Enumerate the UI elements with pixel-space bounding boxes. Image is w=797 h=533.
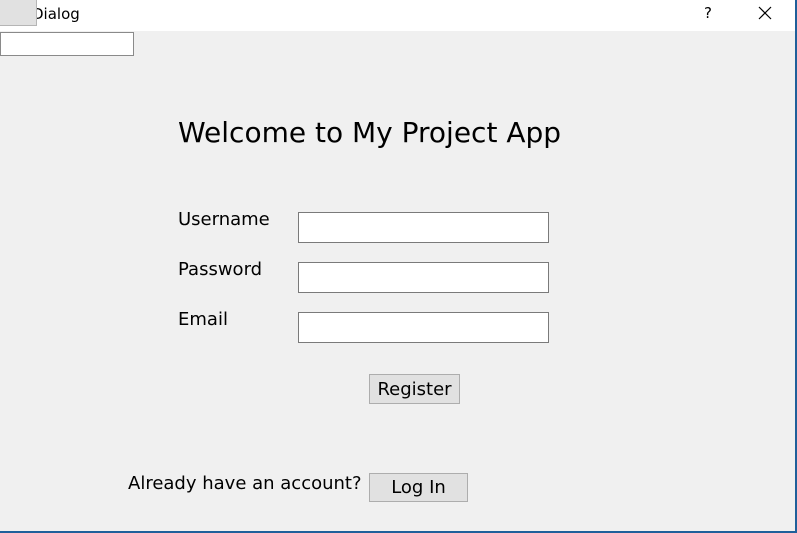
top-left-input-widget[interactable] — [0, 32, 134, 56]
close-icon — [758, 6, 772, 20]
password-field[interactable] — [298, 262, 549, 293]
help-button[interactable]: ? — [690, 0, 726, 28]
email-field[interactable] — [298, 312, 549, 343]
dialog-window: Dialog ? Welcome to My Project App Usern… — [0, 0, 797, 533]
close-button[interactable] — [746, 0, 784, 28]
login-prompt: Already have an account? — [128, 473, 362, 494]
page-title: Welcome to My Project App — [178, 116, 562, 149]
password-label: Password — [178, 259, 263, 280]
register-button[interactable]: Register — [369, 374, 460, 404]
username-label: Username — [178, 209, 270, 230]
top-left-grey-button[interactable] — [0, 0, 37, 26]
login-button[interactable]: Log In — [369, 473, 468, 502]
username-field[interactable] — [298, 212, 549, 243]
window-title: Dialog — [32, 5, 80, 23]
email-label: Email — [178, 309, 228, 330]
title-bar[interactable]: Dialog ? — [0, 0, 795, 31]
